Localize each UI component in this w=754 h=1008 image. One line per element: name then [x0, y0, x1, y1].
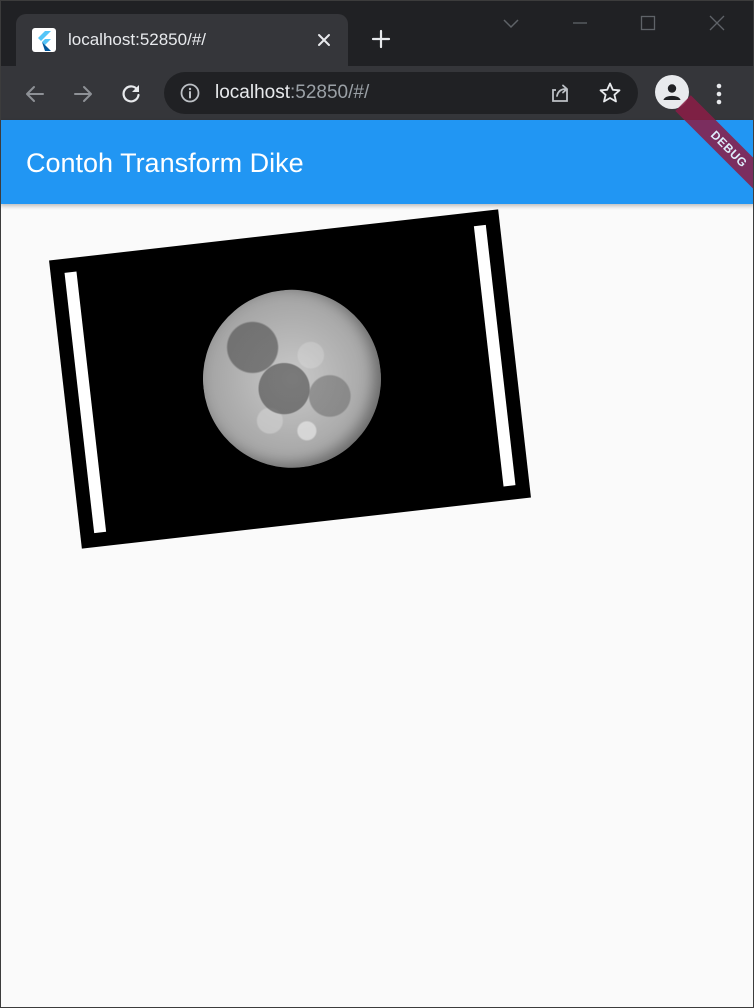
star-icon[interactable] — [598, 81, 622, 105]
minimize-icon[interactable] — [562, 8, 598, 38]
share-icon[interactable] — [548, 81, 572, 105]
app-body — [0, 204, 754, 1008]
address-bar[interactable]: localhost:52850/#/ — [164, 72, 638, 114]
maximize-icon[interactable] — [630, 8, 666, 38]
url-host: localhost — [215, 82, 290, 103]
moon-photo — [193, 280, 391, 478]
url-path: :52850/#/ — [290, 82, 370, 103]
browser-tab[interactable]: localhost:52850/#/ — [16, 14, 348, 66]
page-title: Contoh Transform Dike — [26, 148, 304, 178]
chevron-down-icon[interactable] — [493, 8, 529, 38]
app-bar: Contoh Transform Dike — [0, 120, 754, 204]
tab-title: localhost:52850/#/ — [68, 30, 206, 49]
plus-icon[interactable] — [366, 24, 396, 54]
browser-window: localhost:52850/#/ localhost:52850/#/ Co… — [0, 0, 754, 1008]
tab-close-icon[interactable] — [312, 28, 336, 52]
tab-strip: localhost:52850/#/ — [0, 0, 754, 66]
reload-icon[interactable] — [113, 76, 149, 112]
url-text: localhost:52850/#/ — [215, 82, 369, 104]
image-border-left — [64, 271, 107, 534]
kebab-menu-icon[interactable] — [703, 76, 735, 112]
flutter-logo-icon — [32, 28, 56, 52]
image-border-right — [473, 224, 516, 487]
window-close-icon[interactable] — [699, 8, 735, 38]
back-arrow-icon[interactable] — [17, 76, 53, 112]
browser-toolbar: localhost:52850/#/ — [0, 66, 754, 120]
forward-arrow-icon[interactable] — [65, 76, 101, 112]
info-icon[interactable] — [178, 81, 202, 105]
rotated-moon-image — [49, 209, 531, 549]
